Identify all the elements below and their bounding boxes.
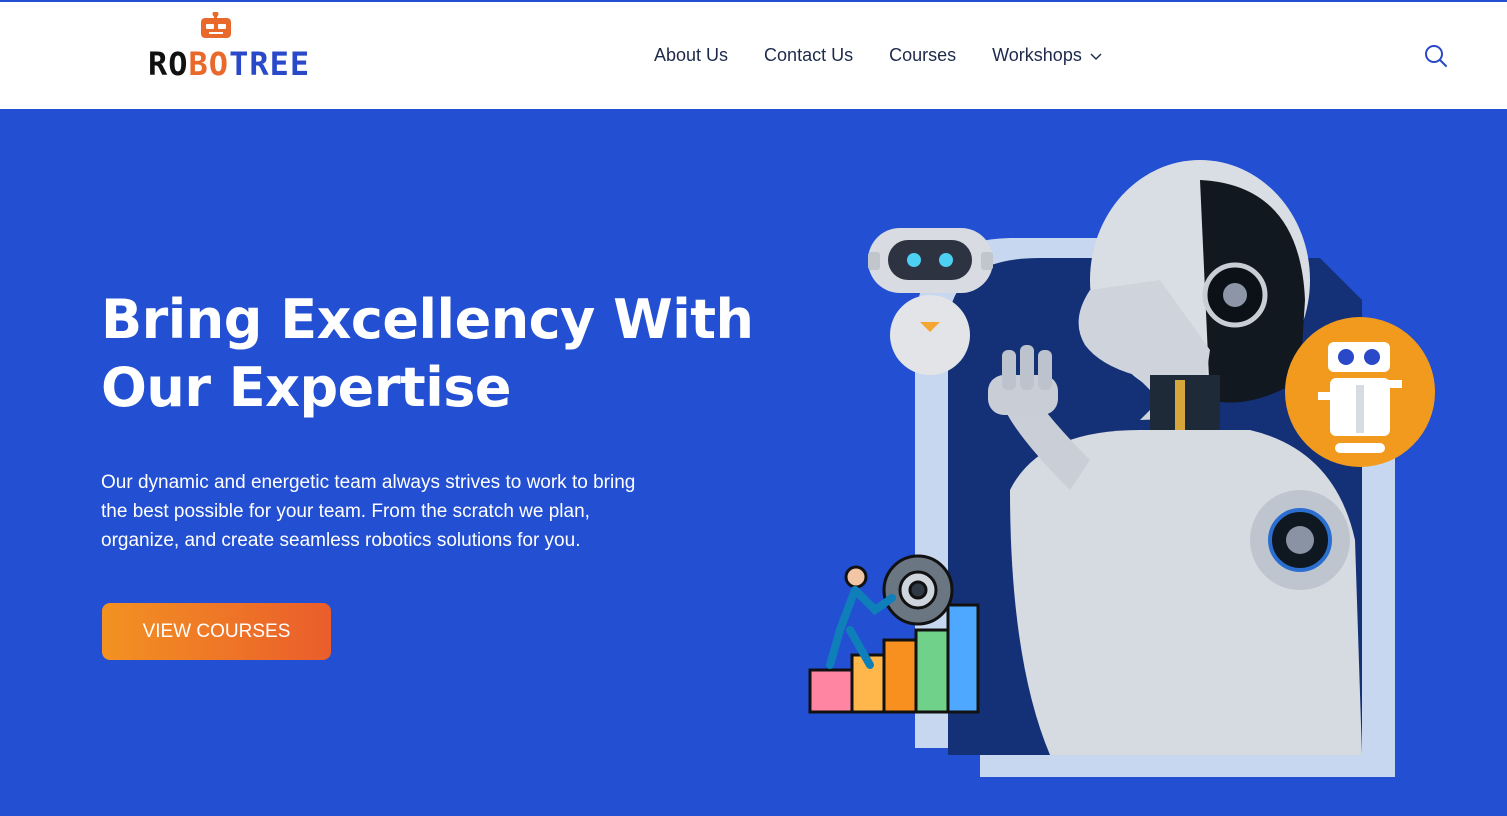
chevron-down-icon	[1090, 53, 1102, 60]
robot-badge-icon	[1285, 317, 1435, 467]
nav-item-courses[interactable]: Courses	[889, 45, 956, 66]
hero-title-line-2: Our Expertise	[101, 356, 512, 419]
hero-title-line-1: Bring Excellency With	[101, 288, 754, 351]
nav-item-about-us[interactable]: About Us	[654, 45, 728, 66]
nav-item-workshops[interactable]: Workshops	[992, 45, 1102, 66]
search-icon[interactable]	[1424, 44, 1448, 68]
site-header: ROBOTREE About Us Contact Us Courses Wor…	[0, 2, 1507, 109]
view-courses-label: VIEW COURSES	[142, 620, 291, 642]
nav-item-contact-us[interactable]: Contact Us	[764, 45, 853, 66]
nav-item-label: Contact Us	[764, 45, 854, 65]
site-logo[interactable]: ROBOTREE	[148, 12, 363, 82]
nav-item-label: Courses	[889, 45, 957, 65]
view-courses-button[interactable]: VIEW COURSES	[102, 603, 331, 660]
nav-item-label: Workshops	[992, 45, 1082, 65]
logo-wordmark: ROBOTREE	[148, 45, 311, 83]
hero-title: Bring Excellency With Our Expertise	[101, 286, 781, 422]
hero-illustration	[808, 160, 1435, 777]
nav-item-label: About Us	[654, 45, 729, 65]
hero-description: Our dynamic and energetic team always st…	[101, 472, 636, 551]
main-nav: About Us Contact Us Courses Workshops	[654, 45, 1102, 66]
